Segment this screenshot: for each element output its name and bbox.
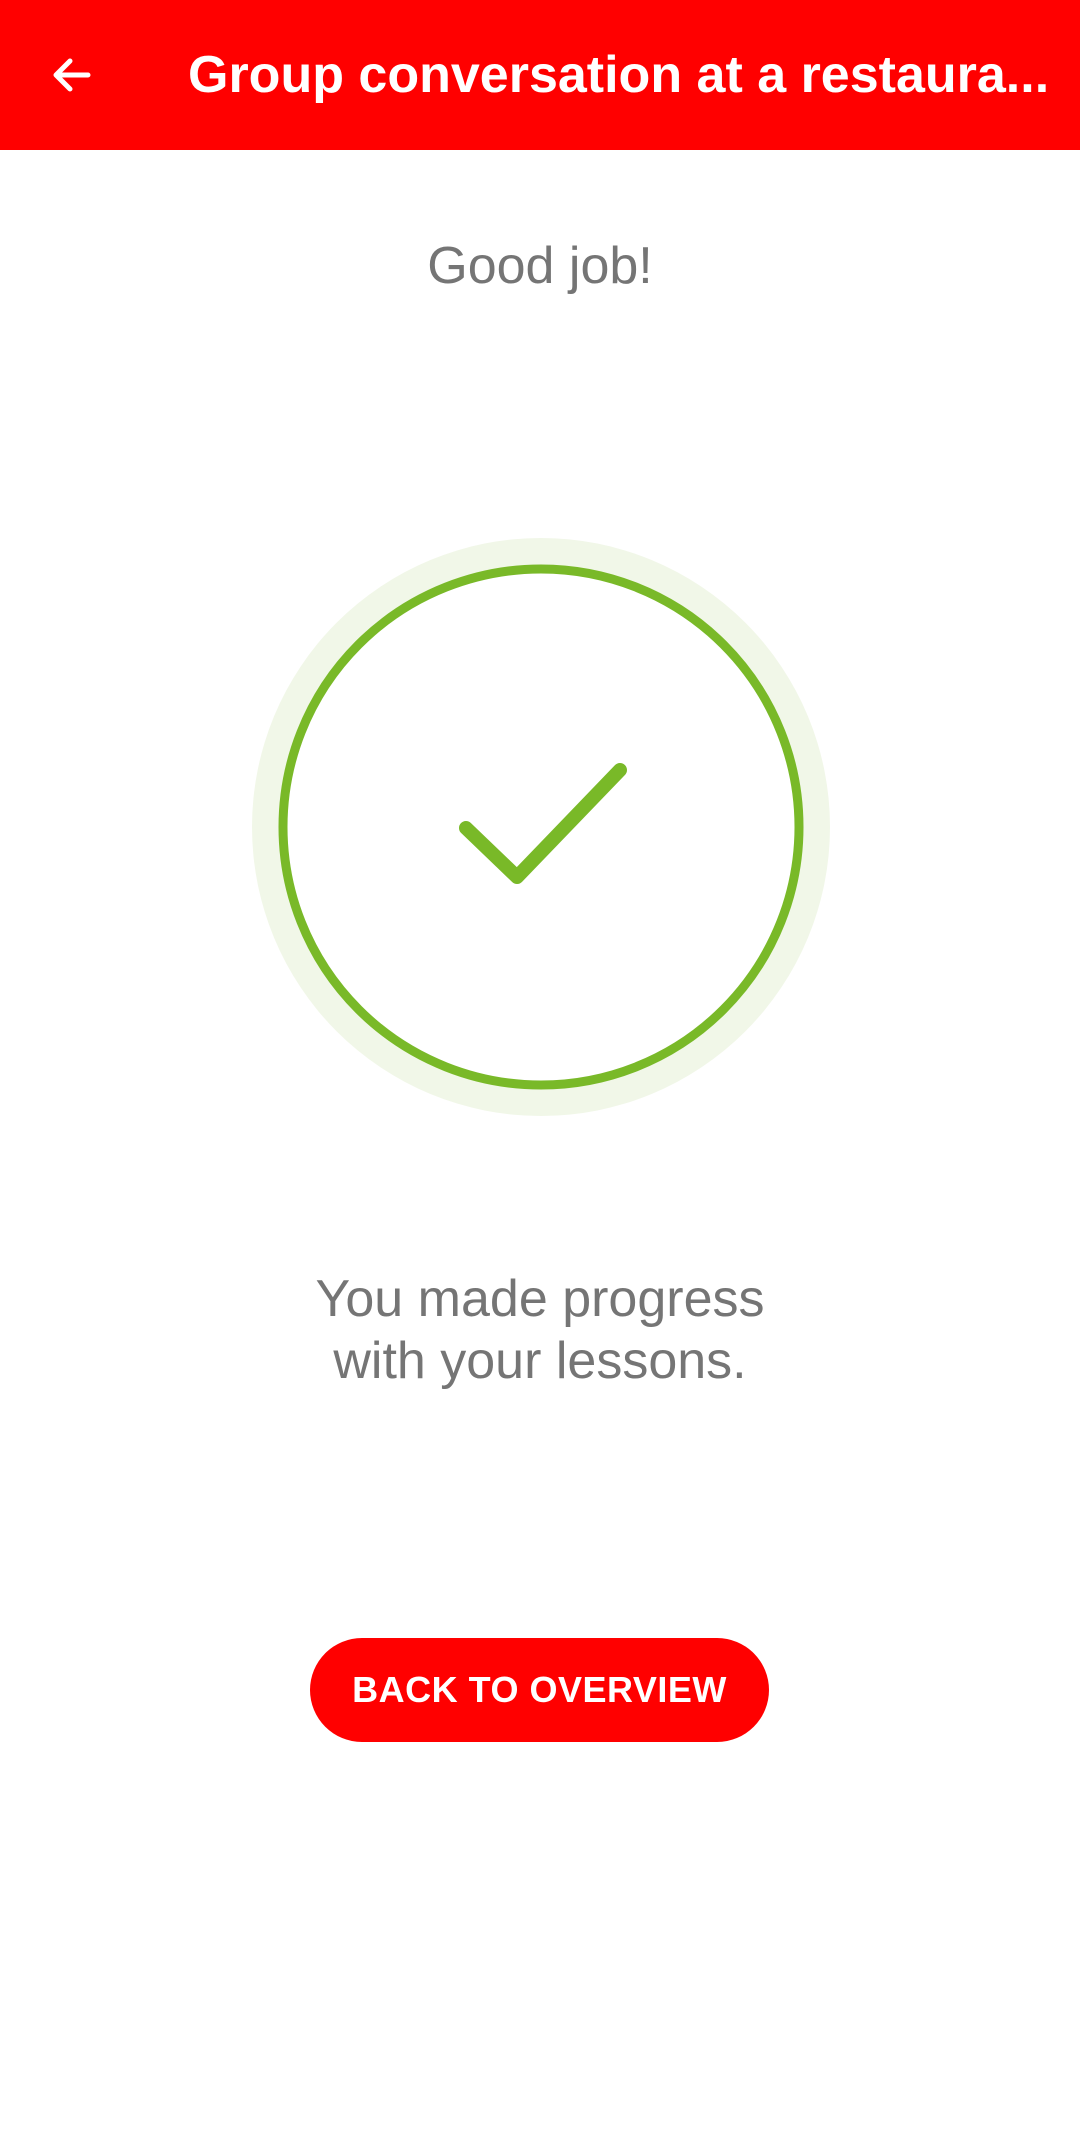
progress-message: You made progress with your lessons. <box>140 1268 940 1392</box>
arrow-left-icon <box>53 58 91 92</box>
success-headline: Good job! <box>427 237 653 295</box>
progress-message-line-2: with your lessons. <box>333 1332 747 1390</box>
back-to-overview-button[interactable]: BACK TO OVERVIEW <box>310 1638 769 1742</box>
success-graphic <box>252 538 830 1116</box>
app-bar: Group conversation at a restaura... <box>0 0 1080 150</box>
back-button[interactable] <box>24 27 120 123</box>
progress-message-line-1: You made progress <box>315 1270 765 1328</box>
success-ring <box>278 564 804 1090</box>
toolbar-title: Group conversation at a restaura... <box>188 46 1050 104</box>
